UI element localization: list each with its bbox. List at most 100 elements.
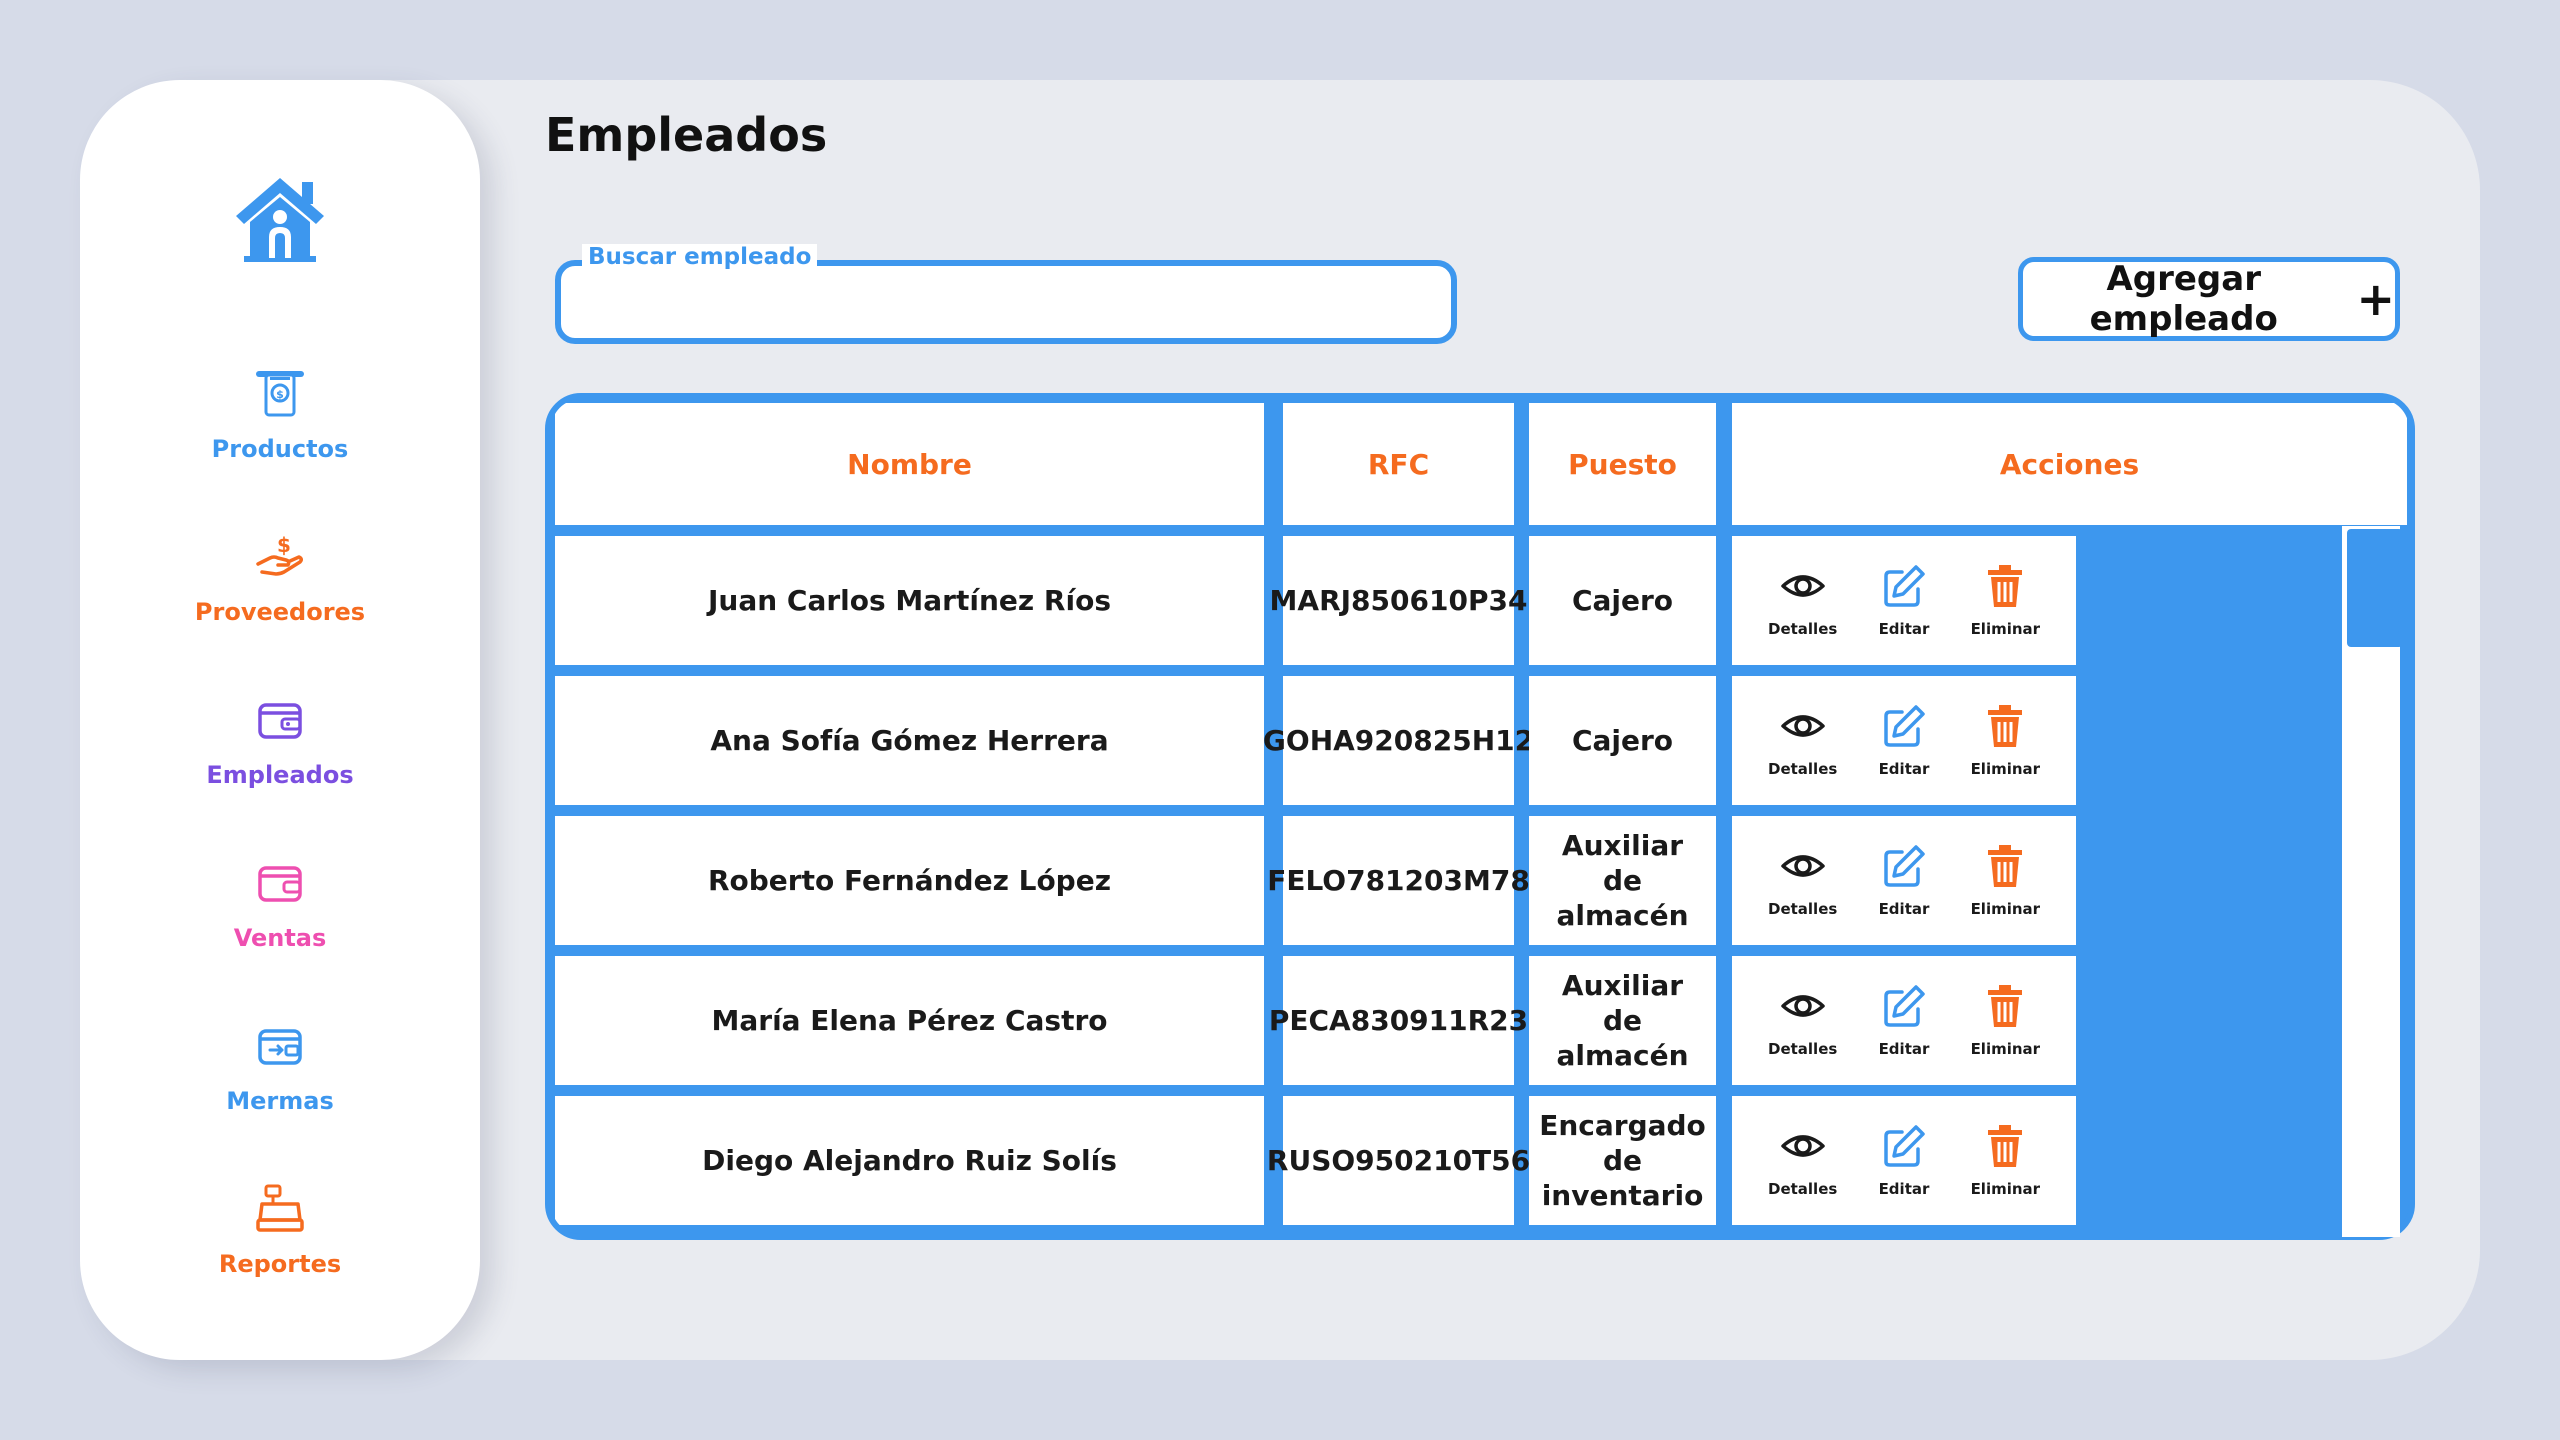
details-label: Detalles [1768,900,1838,919]
edit-icon [1884,565,1925,607]
header-col-rfc: RFC [1283,403,1514,525]
eye-icon [1780,995,1825,1017]
sidebar-item-mermas[interactable]: Mermas [80,1017,480,1115]
sidebar-item-ventas[interactable]: Ventas [80,854,480,952]
sidebar-item-productos[interactable]: $ Productos [80,365,480,463]
page-title: Empleados [545,108,828,162]
sidebar-item-label: Reportes [218,1250,342,1278]
table-cell-puesto: Auxiliar de almacén [1529,956,1716,1085]
details-button[interactable]: Detalles [1758,1122,1848,1199]
delete-label: Eliminar [1970,1040,2041,1059]
delete-label: Eliminar [1970,620,2041,639]
eye-icon [1780,855,1825,877]
hand-dollar-icon: $ [256,533,304,576]
eye-icon [1780,715,1825,737]
details-label: Detalles [1768,620,1838,639]
edit-icon [1884,985,1925,1027]
header-col-nombre: Nombre [555,403,1264,525]
table-cell-nombre: Roberto Fernández López [555,816,1264,945]
details-label: Detalles [1768,760,1838,779]
delete-button[interactable]: Eliminar [1960,562,2050,639]
add-employee-button[interactable]: Agregar empleado + [2018,257,2400,341]
eye-icon [1780,1135,1825,1157]
table-cell-puesto: Cajero [1529,536,1716,665]
table-scrollbar-thumb[interactable] [2347,529,2403,647]
delete-button[interactable]: Eliminar [1960,702,2050,779]
table-cell-nombre: María Elena Pérez Castro [555,956,1264,1085]
trash-icon [1988,985,2023,1028]
table-cell-rfc: MARJ850610P34 [1270,536,1527,665]
cash-register-icon [256,1184,304,1232]
delete-button[interactable]: Eliminar [1960,1122,2050,1199]
trash-icon [1988,1125,2023,1168]
search-input[interactable] [581,282,1431,322]
details-label: Detalles [1768,1040,1838,1059]
edit-button[interactable]: Editar [1859,842,1949,919]
edit-icon [1884,845,1925,887]
details-button[interactable]: Detalles [1758,562,1848,639]
sidebar-item-empleados[interactable]: Empleados [80,691,480,789]
edit-label: Editar [1878,620,1930,639]
edit-icon [1884,1125,1925,1167]
edit-label: Editar [1878,760,1930,779]
edit-button[interactable]: Editar [1859,562,1949,639]
edit-button[interactable]: Editar [1859,982,1949,1059]
table-cell-acciones: Detalles Editar Eliminar [1732,676,2076,805]
home-icon[interactable] [230,170,330,270]
table-cell-puesto: Encargado de inventario [1529,1096,1716,1225]
details-button[interactable]: Detalles [1758,702,1848,779]
svg-text:$: $ [276,388,284,401]
table-cell-rfc: GOHA920825H12 [1263,676,1534,805]
header-col-acciones: Acciones [1732,403,2407,525]
edit-label: Editar [1878,1180,1930,1199]
table-cell-acciones: Detalles Editar Eliminar [1732,1096,2076,1225]
table-cell-rfc: FELO781203M78 [1267,816,1530,945]
sidebar-item-reportes[interactable]: Reportes [80,1180,480,1278]
wallet-icon [258,703,302,739]
table-cell-puesto: Cajero [1529,676,1716,805]
table-cell-rfc: RUSO950210T56 [1267,1096,1530,1225]
add-employee-label: Agregar empleado [2089,259,2278,339]
sidebar-item-proveedores[interactable]: $ Proveedores [80,528,480,626]
table-cell-nombre: Diego Alejandro Ruiz Solís [555,1096,1264,1225]
employees-table: Nombre RFC Puesto Acciones Juan Carlos Martí… [545,393,2415,1240]
search-label: Buscar empleado [582,244,818,270]
details-button[interactable]: Detalles [1758,982,1848,1059]
svg-text:$: $ [277,533,291,557]
delete-button[interactable]: Eliminar [1960,842,2050,919]
sidebar: $ Productos $ Proveedores Empleados Vent… [80,80,480,1360]
edit-label: Editar [1878,1040,1930,1059]
details-button[interactable]: Detalles [1758,842,1848,919]
eye-icon [1780,575,1825,597]
edit-button[interactable]: Editar [1859,1122,1949,1199]
delete-label: Eliminar [1970,900,2041,919]
plus-icon: + [2356,272,2395,326]
edit-icon [1884,705,1925,747]
table-cell-rfc: PECA830911R23 [1269,956,1528,1085]
table-cell-puesto: Auxiliar de almacén [1529,816,1716,945]
sidebar-item-label: Empleados [206,761,354,789]
table-cell-nombre: Juan Carlos Martínez Ríos [555,536,1264,665]
sidebar-item-label: Ventas [233,924,327,952]
table-cell-acciones: Detalles Editar Eliminar [1732,536,2076,665]
trash-icon [1988,565,2023,608]
sidebar-item-label: Mermas [226,1087,334,1115]
table-cell-nombre: Ana Sofía Gómez Herrera [555,676,1264,805]
table-cell-acciones: Detalles Editar Eliminar [1732,816,2076,945]
trash-icon [1988,705,2023,748]
wallet-icon [258,866,302,902]
trash-icon [1988,845,2023,888]
delete-label: Eliminar [1970,760,2041,779]
wallet-transfer-icon [258,1029,302,1065]
sidebar-item-label: Proveedores [194,598,366,626]
edit-button[interactable]: Editar [1859,702,1949,779]
details-label: Detalles [1768,1180,1838,1199]
header-col-puesto: Puesto [1529,403,1716,525]
sidebar-item-label: Productos [211,435,349,463]
atm-money-icon: $ [256,371,304,417]
edit-label: Editar [1878,900,1930,919]
table-cell-acciones: Detalles Editar Eliminar [1732,956,2076,1085]
delete-label: Eliminar [1970,1180,2041,1199]
search-field[interactable] [555,260,1457,344]
delete-button[interactable]: Eliminar [1960,982,2050,1059]
